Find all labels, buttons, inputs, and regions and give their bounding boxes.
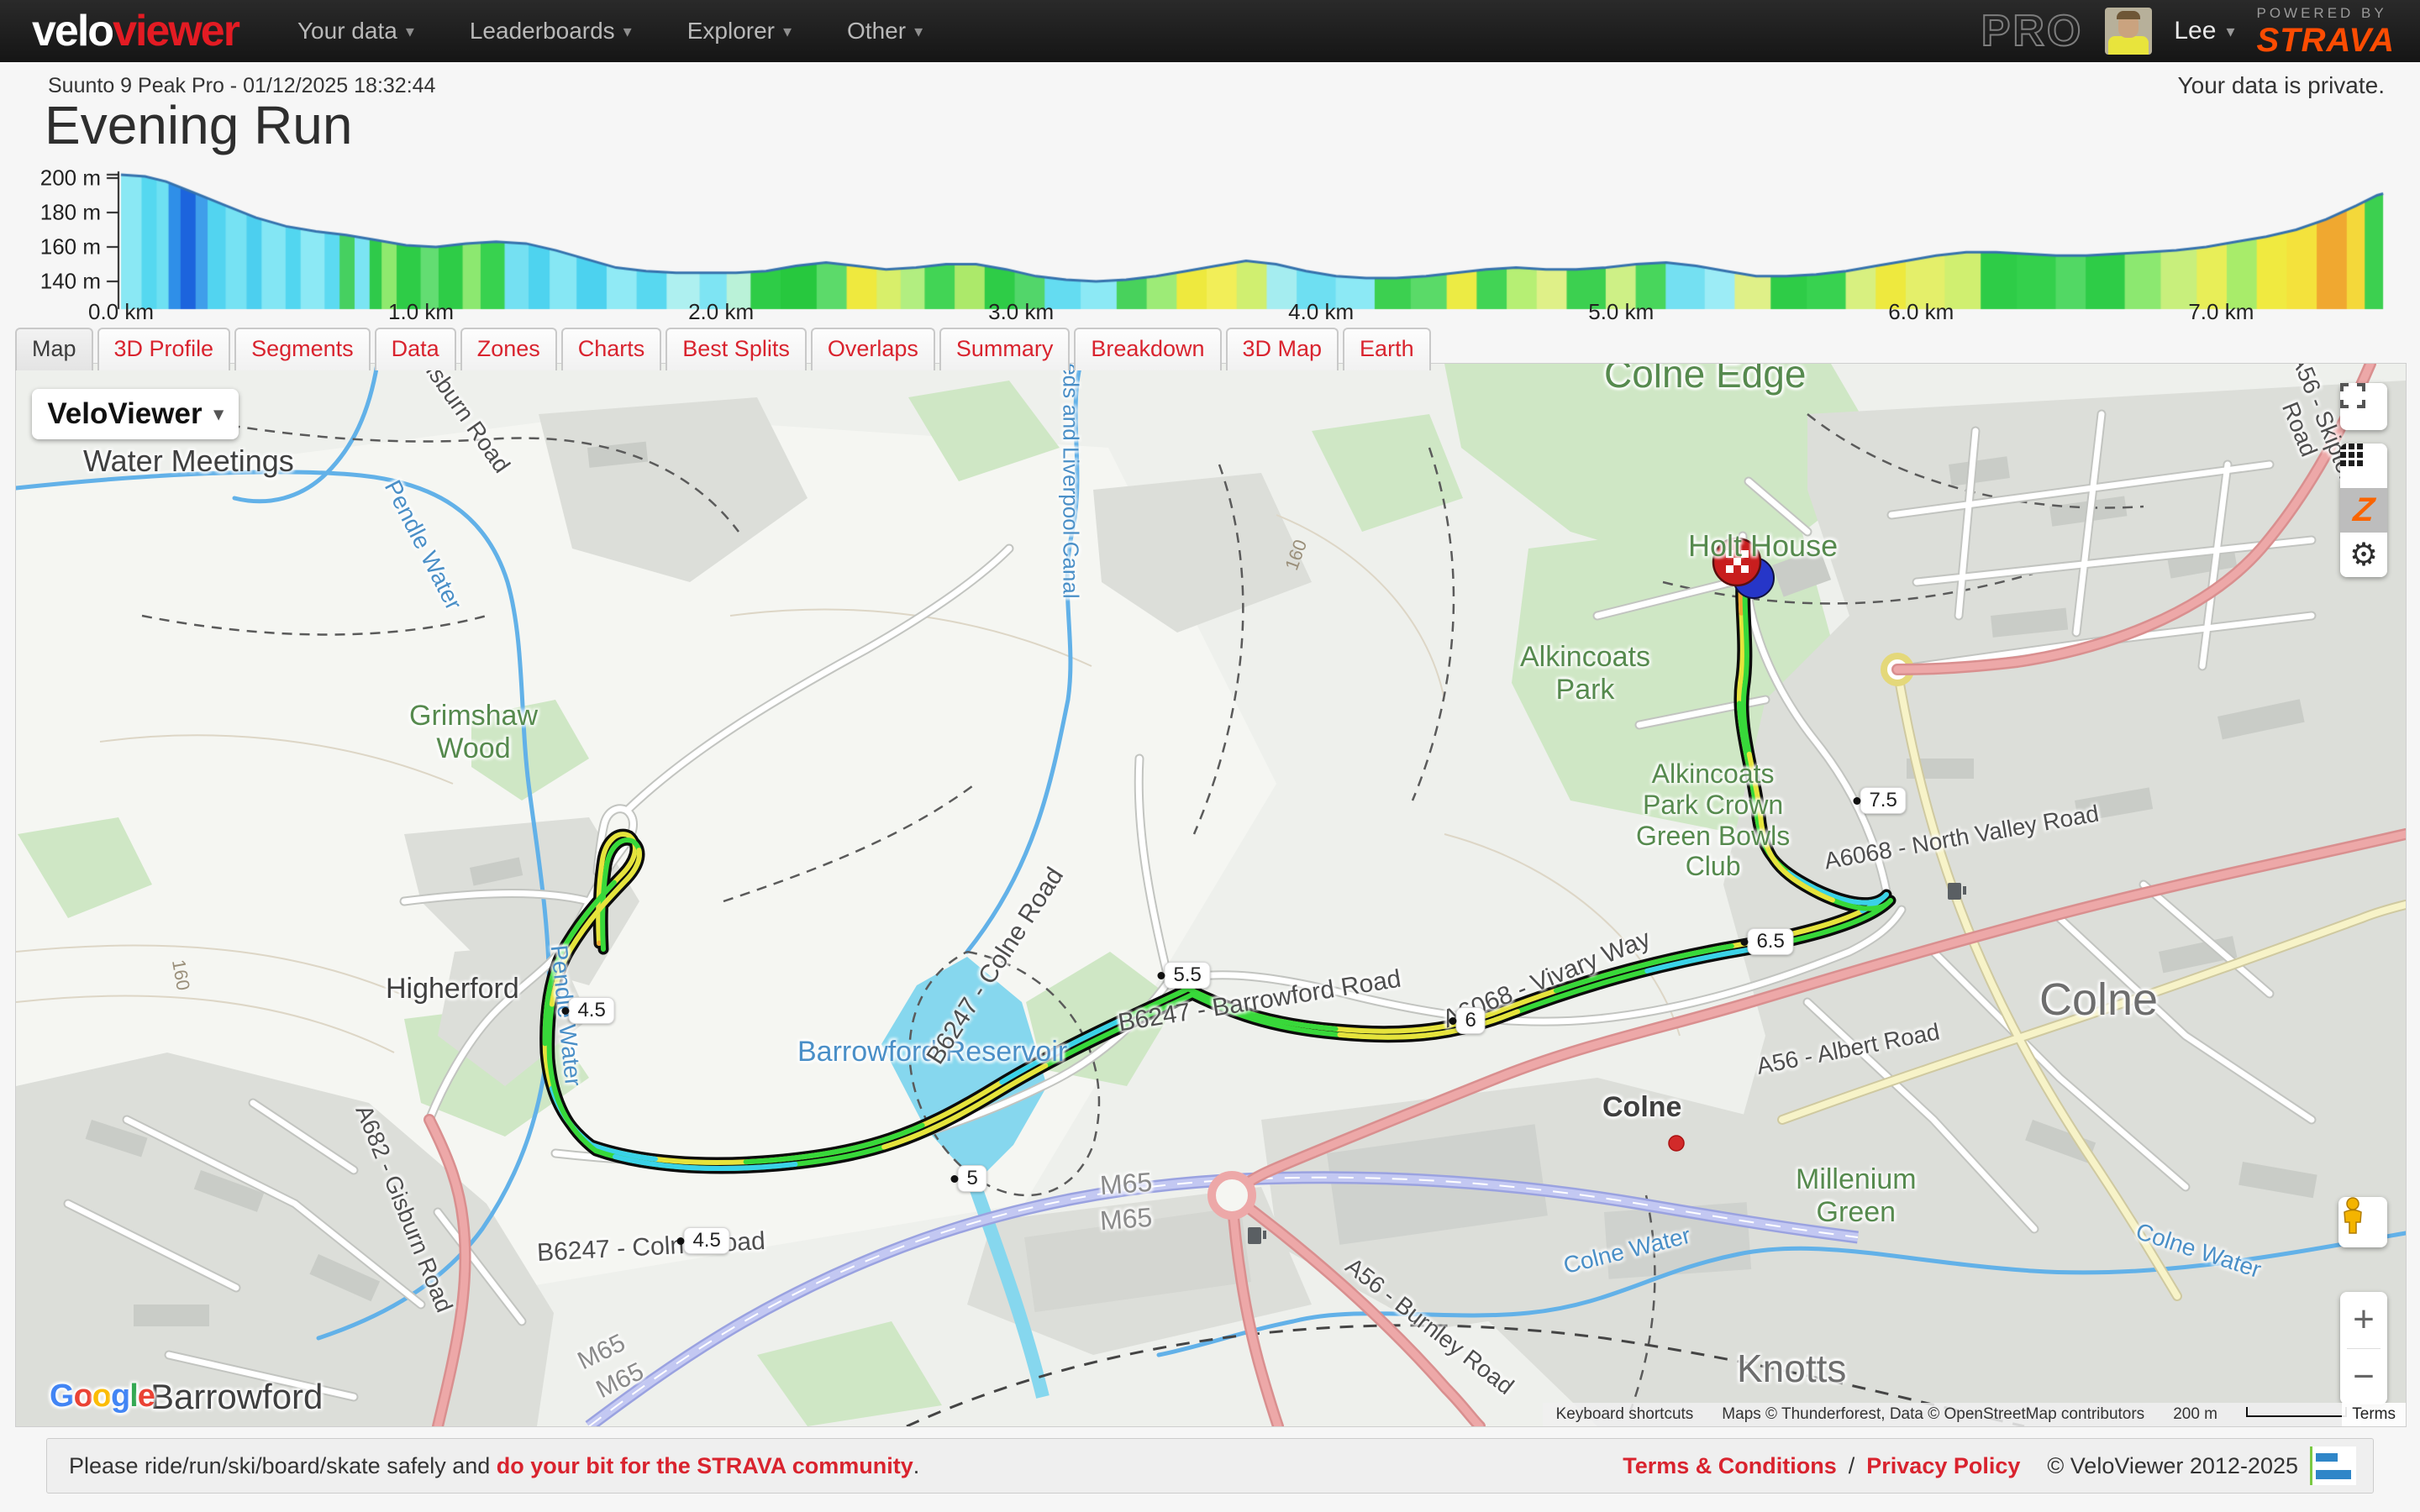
strava-logo: STRAVA bbox=[2256, 24, 2395, 57]
x-axis-tick: 3.0 km bbox=[988, 299, 1054, 325]
zoom-control: + − bbox=[2340, 1292, 2387, 1404]
km-marker-5.5: 5.5 bbox=[1164, 962, 1210, 989]
tab-zones[interactable]: Zones bbox=[460, 328, 557, 370]
privacy-policy-link[interactable]: Privacy Policy bbox=[1866, 1453, 2020, 1479]
colne-town-dot bbox=[1669, 1136, 1684, 1151]
keyboard-shortcuts-link[interactable]: Keyboard shortcuts bbox=[1556, 1405, 1694, 1424]
grid-overlay-button[interactable] bbox=[2340, 444, 2387, 488]
powered-by-strava[interactable]: POWERED BY STRAVA bbox=[2256, 6, 2395, 57]
avatar[interactable] bbox=[2105, 8, 2152, 55]
tab-overlaps[interactable]: Overlaps bbox=[811, 328, 935, 370]
user-name: Lee bbox=[2174, 17, 2216, 45]
map-base-svg bbox=[16, 364, 2406, 1426]
chevron-down-icon: ▾ bbox=[406, 21, 414, 42]
map-overlay-controls: Z ⚙ bbox=[2340, 444, 2387, 577]
chevron-down-icon: ▾ bbox=[623, 21, 632, 42]
km-marker-6.5: 6.5 bbox=[1747, 928, 1793, 955]
veloviewer-logo[interactable]: veloviewer bbox=[32, 6, 239, 56]
x-axis-tick: 5.0 km bbox=[1588, 299, 1654, 325]
nav-item-explorer[interactable]: Explorer▾ bbox=[687, 18, 792, 45]
scale-label: 200 m bbox=[2173, 1405, 2217, 1424]
zoom-out-button[interactable]: − bbox=[2340, 1349, 2387, 1405]
page-title: Evening Run bbox=[45, 94, 352, 156]
user-menu[interactable]: Lee ▾ bbox=[2174, 17, 2234, 45]
google-logo[interactable]: Google bbox=[50, 1378, 155, 1415]
map-canvas[interactable]: Water MeetingsHigherfordBarrowfordColneC… bbox=[15, 363, 2407, 1427]
y-axis-tick: 180 m bbox=[40, 200, 101, 226]
map-terms-link[interactable]: Terms bbox=[2342, 1403, 2406, 1426]
km-marker-5: 5 bbox=[957, 1165, 986, 1192]
x-axis-tick: 4.0 km bbox=[1288, 299, 1354, 325]
powered-by-label: POWERED BY bbox=[2256, 6, 2386, 20]
tab-3d-map[interactable]: 3D Map bbox=[1226, 328, 1339, 370]
zwift-icon: Z bbox=[2351, 491, 2375, 529]
fullscreen-icon bbox=[2340, 383, 2365, 408]
chevron-down-icon: ▾ bbox=[214, 403, 224, 425]
chevron-down-icon: ▾ bbox=[783, 21, 792, 42]
pro-badge: PRO bbox=[1981, 6, 2084, 56]
tab-summary[interactable]: Summary bbox=[939, 328, 1071, 370]
km-marker-4.5: 4.5 bbox=[568, 997, 614, 1024]
x-axis-tick: 2.0 km bbox=[688, 299, 754, 325]
tab-map[interactable]: Map bbox=[15, 328, 93, 370]
pegman-button[interactable] bbox=[2338, 1197, 2387, 1247]
logo-viewer: viewer bbox=[113, 6, 239, 56]
pegman-icon bbox=[2338, 1197, 2367, 1234]
tab-charts[interactable]: Charts bbox=[561, 328, 662, 370]
km-marker-6: 6 bbox=[1455, 1007, 1485, 1034]
veloviewer-activity-page: 200 m 180 m 160 m 140 m 0.0 km 1.0 km 2.0 km 3.… bbox=[0, 0, 2420, 1512]
footer-bar: Please ride/run/ski/board/skate safely a… bbox=[46, 1438, 2374, 1494]
map-attribution: Keyboard shortcuts Maps © Thunderforest,… bbox=[1543, 1403, 2360, 1426]
chevron-down-icon: ▾ bbox=[2226, 21, 2234, 42]
x-axis-tick: 7.0 km bbox=[2188, 299, 2254, 325]
tab-data[interactable]: Data bbox=[375, 328, 456, 370]
logo-velo: velo bbox=[32, 6, 113, 56]
strava-community-link[interactable]: do your bit for the STRAVA community bbox=[497, 1453, 913, 1478]
top-nav: veloviewer Your data▾ Leaderboards▾ Explor… bbox=[0, 0, 2420, 62]
nav-item-other[interactable]: Other▾ bbox=[847, 18, 923, 45]
nav-menu: Your data▾ Leaderboards▾ Explorer▾ Other▾ bbox=[297, 18, 923, 45]
copyright: © VeloViewer 2012-2025 bbox=[2047, 1453, 2298, 1479]
x-axis-tick: 0.0 km bbox=[88, 299, 154, 325]
tab-breakdown[interactable]: Breakdown bbox=[1074, 328, 1221, 370]
y-axis-tick: 160 m bbox=[40, 234, 101, 260]
nav-item-leaderboards[interactable]: Leaderboards▾ bbox=[470, 18, 632, 45]
map-settings-button[interactable]: ⚙ bbox=[2340, 533, 2387, 577]
tab-segments[interactable]: Segments bbox=[234, 328, 371, 370]
map-layer-dropdown[interactable]: VeloViewer ▾ bbox=[32, 389, 239, 439]
fullscreen-button[interactable] bbox=[2340, 383, 2387, 430]
gear-icon: ⚙ bbox=[2349, 539, 2378, 571]
tab-3d-profile[interactable]: 3D Profile bbox=[97, 328, 231, 370]
nav-right: PRO Lee ▾ POWERED BY STRAVA bbox=[1981, 0, 2395, 62]
map-copyright[interactable]: Maps © Thunderforest, Data © OpenStreetM… bbox=[1722, 1405, 2144, 1424]
activity-tabs: Map3D ProfileSegmentsDataZonesChartsBest… bbox=[15, 328, 1431, 370]
zoom-in-button[interactable]: + bbox=[2340, 1292, 2387, 1348]
nav-item-your-data[interactable]: Your data▾ bbox=[297, 18, 414, 45]
tab-best-splits[interactable]: Best Splits bbox=[666, 328, 807, 370]
tab-earth[interactable]: Earth bbox=[1343, 328, 1431, 370]
km-marker-4.5: 4.5 bbox=[683, 1227, 729, 1254]
safety-message: Please ride/run/ski/board/skate safely a… bbox=[69, 1453, 919, 1479]
y-axis-tick: 200 m bbox=[40, 165, 101, 192]
map-layer-label: VeloViewer bbox=[47, 397, 202, 431]
terms-conditions-link[interactable]: Terms & Conditions bbox=[1623, 1453, 1837, 1479]
km-marker-7.5: 7.5 bbox=[1860, 787, 1906, 814]
zwift-overlay-button[interactable]: Z bbox=[2340, 488, 2387, 533]
chevron-down-icon: ▾ bbox=[914, 21, 923, 42]
x-axis-tick: 1.0 km bbox=[388, 299, 454, 325]
scale-bar bbox=[2246, 1407, 2347, 1417]
grid-icon bbox=[2340, 444, 2364, 467]
y-axis-tick: 140 m bbox=[40, 269, 101, 295]
stats-badge-icon[interactable] bbox=[2310, 1446, 2356, 1485]
privacy-note: Your data is private. bbox=[2178, 72, 2385, 99]
x-axis-tick: 6.0 km bbox=[1888, 299, 1954, 325]
